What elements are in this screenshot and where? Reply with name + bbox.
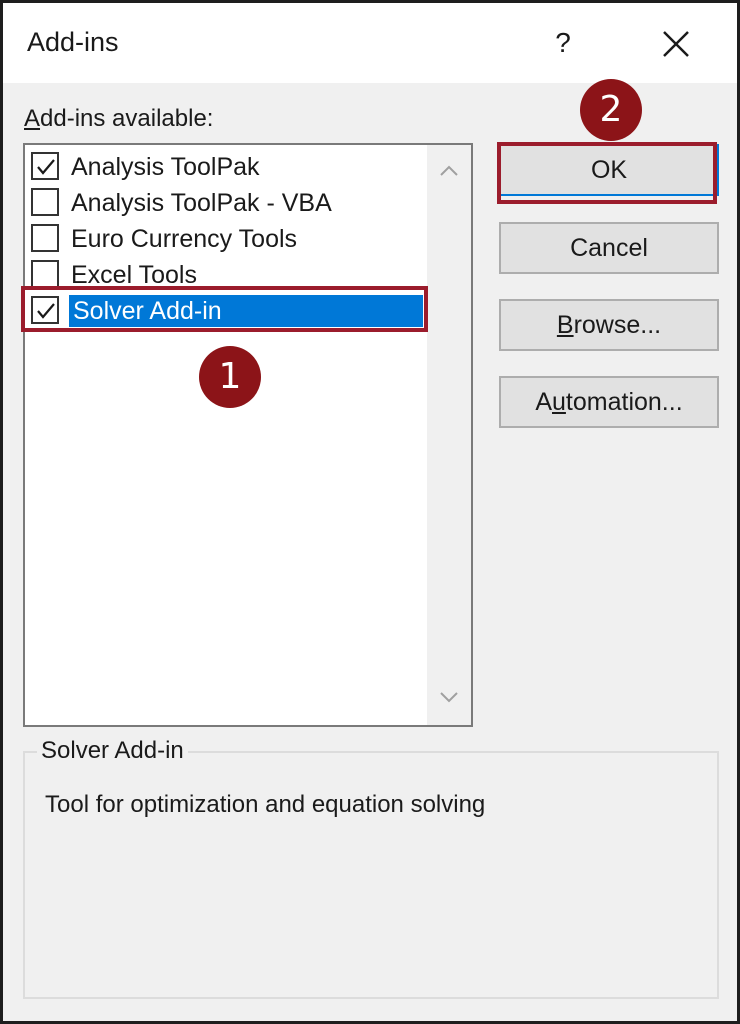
list-item-euro-currency-tools[interactable]: Euro Currency Tools <box>25 221 429 257</box>
title-bar: Add-ins ? <box>3 3 737 83</box>
scroll-up-button[interactable] <box>437 159 461 183</box>
list-item-analysis-toolpak-vba[interactable]: Analysis ToolPak - VBA <box>25 185 429 221</box>
automation-label: tomation... <box>565 388 683 416</box>
checkmark-icon <box>37 159 55 175</box>
checkbox-analysis-toolpak-vba[interactable] <box>31 188 59 216</box>
add-ins-available-label: Add-ins available: <box>24 105 213 133</box>
description-text: Tool for optimization and equation solvi… <box>45 791 486 818</box>
step-2-badge: 2 <box>580 79 642 141</box>
automation-button[interactable]: Automation... <box>499 376 719 428</box>
list-item-label: Analysis ToolPak - VBA <box>71 189 332 217</box>
chevron-up-icon <box>440 165 458 176</box>
list-item-label: Euro Currency Tools <box>71 225 298 253</box>
chevron-down-icon <box>440 692 458 703</box>
list-item-analysis-toolpak[interactable]: Analysis ToolPak <box>25 149 429 185</box>
list-scrollbar[interactable] <box>427 145 471 725</box>
description-group: Solver Add-in Tool for optimization and … <box>23 737 719 999</box>
checkbox-euro-currency-tools[interactable] <box>31 224 59 252</box>
close-icon <box>663 31 689 57</box>
checkbox-analysis-toolpak[interactable] <box>31 152 59 180</box>
label-text: dd-ins available: <box>40 105 214 132</box>
label-accelerator: A <box>24 105 41 132</box>
automation-label-pre: A <box>535 388 553 416</box>
add-ins-listbox[interactable]: Analysis ToolPak Analysis ToolPak - VBA … <box>23 143 473 727</box>
description-title: Solver Add-in <box>37 737 188 765</box>
add-ins-dialog: Add-ins ? Add-ins available: Analysis To… <box>0 0 740 1024</box>
browse-button[interactable]: Browse... <box>499 299 719 351</box>
browse-label: rowse... <box>573 311 662 339</box>
browse-accelerator: B <box>556 311 574 339</box>
close-button[interactable] <box>653 21 699 67</box>
checkbox-excel-tools[interactable] <box>31 260 59 288</box>
help-button[interactable]: ? <box>543 23 583 63</box>
cancel-button[interactable]: Cancel <box>499 222 719 274</box>
automation-accelerator: u <box>552 388 566 416</box>
step-2-highlight <box>497 142 717 204</box>
list-item-label: Analysis ToolPak <box>71 153 260 181</box>
step-1-badge: 1 <box>199 346 261 408</box>
scroll-down-button[interactable] <box>437 685 461 709</box>
dialog-title: Add-ins <box>27 27 119 57</box>
step-1-highlight <box>21 286 428 332</box>
